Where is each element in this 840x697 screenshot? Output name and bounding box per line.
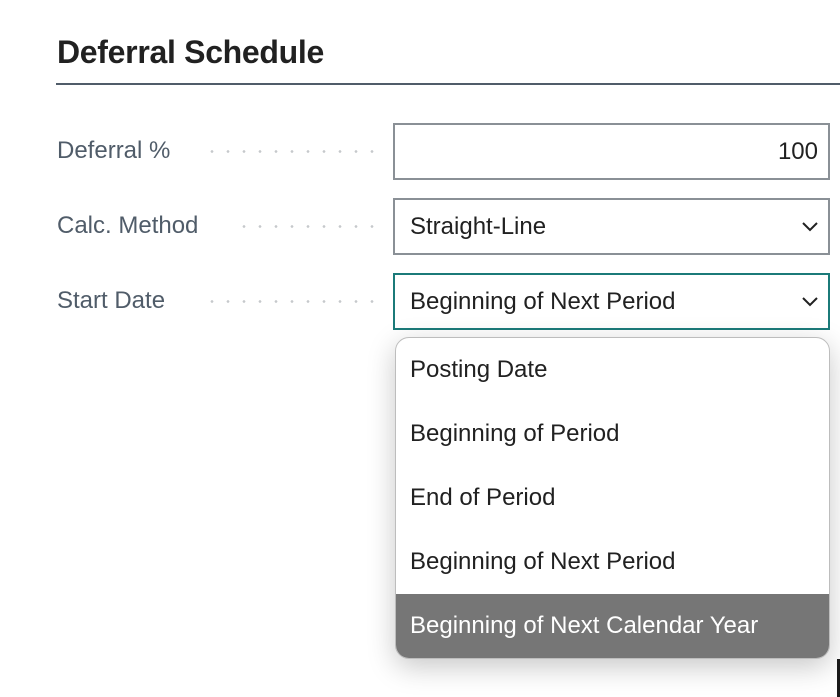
calc-method-value: Straight-Line: [410, 213, 547, 240]
dropdown-option-beginning-of-next-calendar-year[interactable]: Beginning of Next Calendar Year: [396, 594, 829, 658]
dropdown-option-beginning-of-period[interactable]: Beginning of Period: [396, 402, 829, 466]
start-date-value: Beginning of Next Period: [410, 288, 676, 315]
start-date-dropdown-list: Posting Date Beginning of Period End of …: [395, 337, 830, 659]
dropdown-option-end-of-period[interactable]: End of Period: [396, 466, 829, 530]
start-date-select[interactable]: Beginning of Next Period: [393, 273, 830, 330]
section-title: Deferral Schedule: [57, 34, 325, 70]
deferral-percent-label: Deferral %: [57, 137, 171, 164]
leader-dots: [232, 225, 380, 228]
leader-dots: [200, 300, 380, 303]
calc-method-label: Calc. Method: [57, 212, 199, 239]
calc-method-select[interactable]: Straight-Line: [393, 198, 830, 255]
deferral-percent-input[interactable]: 100: [393, 123, 830, 180]
start-date-row: Start Date Beginning of Next Period: [0, 273, 840, 330]
dropdown-option-beginning-of-next-period[interactable]: Beginning of Next Period: [396, 530, 829, 594]
chevron-down-icon[interactable]: [800, 218, 820, 234]
leader-dots: [200, 150, 380, 153]
deferral-percent-row: Deferral % 100: [0, 123, 840, 180]
section-divider: [56, 83, 840, 85]
dropdown-option-posting-date[interactable]: Posting Date: [396, 338, 829, 402]
chevron-down-icon[interactable]: [800, 293, 820, 309]
deferral-percent-value: 100: [777, 138, 818, 165]
start-date-label: Start Date: [57, 287, 166, 314]
calc-method-row: Calc. Method Straight-Line: [0, 198, 840, 255]
